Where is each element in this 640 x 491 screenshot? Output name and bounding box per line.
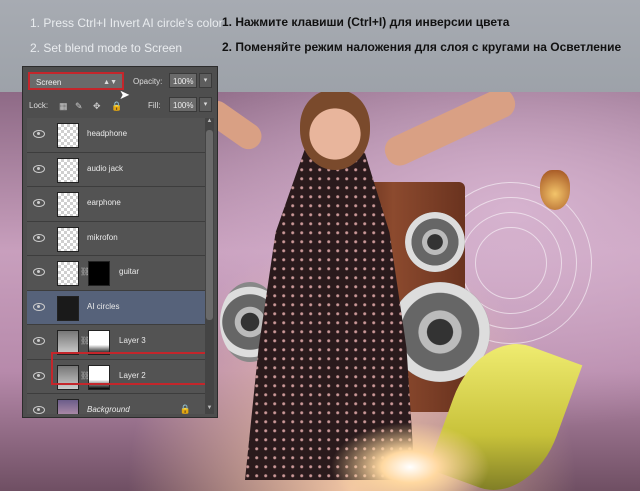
arm (380, 92, 520, 171)
layer-row[interactable]: ⛓ guitar (27, 256, 207, 291)
instruction-en-step-2: 2. Set blend mode to Screen (30, 41, 183, 55)
layer-thumbnail (57, 123, 79, 148)
layer-name: AI circles (87, 301, 120, 311)
layer-mask-thumbnail[interactable] (88, 364, 110, 390)
scroll-down-arrow-icon[interactable]: ▼ (205, 405, 214, 414)
blend-mode-select[interactable]: Screen ▲▼ (28, 72, 124, 90)
opacity-label: Opacity: (133, 77, 163, 86)
layer-thumbnail (57, 261, 79, 286)
layers-panel: Screen ▲▼ ➤ Opacity: 100% ▾ Lock: ▦ ✎ ✥ … (22, 66, 218, 418)
layer-row[interactable]: headphone (27, 118, 207, 153)
fill-label: Fill: (148, 101, 161, 110)
layer-row[interactable]: audio jack (27, 152, 207, 187)
layer-row[interactable]: earphone (27, 187, 207, 222)
layer-mask-thumbnail[interactable] (88, 261, 110, 286)
lock-all-icon[interactable]: 🔒 (111, 101, 122, 112)
sparkle-glow (330, 422, 490, 491)
instruction-ru-step-2: 2. Поменяйте режим наложения для слоя с … (222, 40, 622, 54)
layer-thumbnail (57, 364, 79, 390)
fill-field[interactable]: 100% (169, 97, 197, 112)
layer-thumbnail (57, 330, 79, 355)
fill-dropdown-button[interactable]: ▾ (199, 97, 212, 112)
lock-transparent-icon[interactable]: ▦ (59, 101, 68, 112)
layer-row[interactable]: Background 🔒 (27, 394, 207, 414)
eye-icon[interactable] (33, 406, 45, 414)
layer-name: earphone (87, 198, 121, 207)
layer-name: audio jack (87, 163, 124, 173)
eye-icon[interactable] (33, 302, 45, 311)
layer-row[interactable]: ⛓ Layer 3 (27, 325, 207, 360)
layer-row[interactable]: ⛓ Layer 2 (27, 359, 207, 394)
circle-ring (475, 227, 547, 299)
layer-thumbnail (57, 399, 79, 414)
instruction-ru-step-1: 1. Нажмите клавиши (Ctrl+I) для инверсии… (222, 15, 510, 29)
eye-icon[interactable] (33, 268, 45, 276)
layer-row-selected[interactable]: AI circles (27, 290, 207, 325)
layer-name: Layer 3 (119, 336, 146, 345)
layer-thumbnail (57, 157, 79, 183)
layer-name: Layer 2 (119, 370, 146, 380)
eye-icon[interactable] (33, 164, 45, 173)
scrollbar-thumb[interactable] (206, 130, 213, 320)
padlock-icon: 🔒 (179, 404, 191, 414)
lock-label: Lock: (29, 101, 49, 110)
eye-icon[interactable] (33, 233, 45, 242)
lock-brush-icon[interactable]: ✎ (75, 101, 83, 112)
eye-icon[interactable] (33, 337, 45, 345)
layer-name: guitar (119, 267, 140, 276)
eye-icon[interactable] (33, 130, 45, 138)
scroll-up-arrow-icon[interactable]: ▲ (205, 118, 214, 127)
eye-icon[interactable] (33, 371, 45, 380)
opacity-dropdown-button[interactable]: ▾ (199, 73, 212, 88)
blend-mode-value: Screen (36, 78, 62, 87)
instruction-en-step-1: 1. Press Ctrl+I Invert AI circle's color (30, 16, 223, 30)
layer-name: mikrofon (87, 232, 118, 242)
speaker-cone (405, 212, 465, 272)
lock-move-icon[interactable]: ✥ (93, 101, 101, 112)
opacity-field[interactable]: 100% (169, 73, 197, 88)
layer-thumbnail (57, 192, 79, 217)
layer-name: Background (87, 405, 130, 414)
layer-thumbnail (57, 226, 79, 252)
layer-row[interactable]: mikrofon (27, 221, 207, 256)
eye-icon[interactable] (33, 199, 45, 207)
layer-thumbnail (57, 295, 79, 321)
select-arrows-icon: ▲▼ (103, 79, 117, 86)
layers-scrollbar[interactable]: ▲ ▼ (205, 118, 214, 414)
layer-name: headphone (87, 129, 128, 138)
guitar-image (540, 170, 570, 210)
dancer-head (300, 92, 370, 170)
layer-mask-thumbnail[interactable] (88, 330, 110, 355)
layer-list: headphone audio jack earphone mikrofon ⛓… (27, 118, 207, 414)
